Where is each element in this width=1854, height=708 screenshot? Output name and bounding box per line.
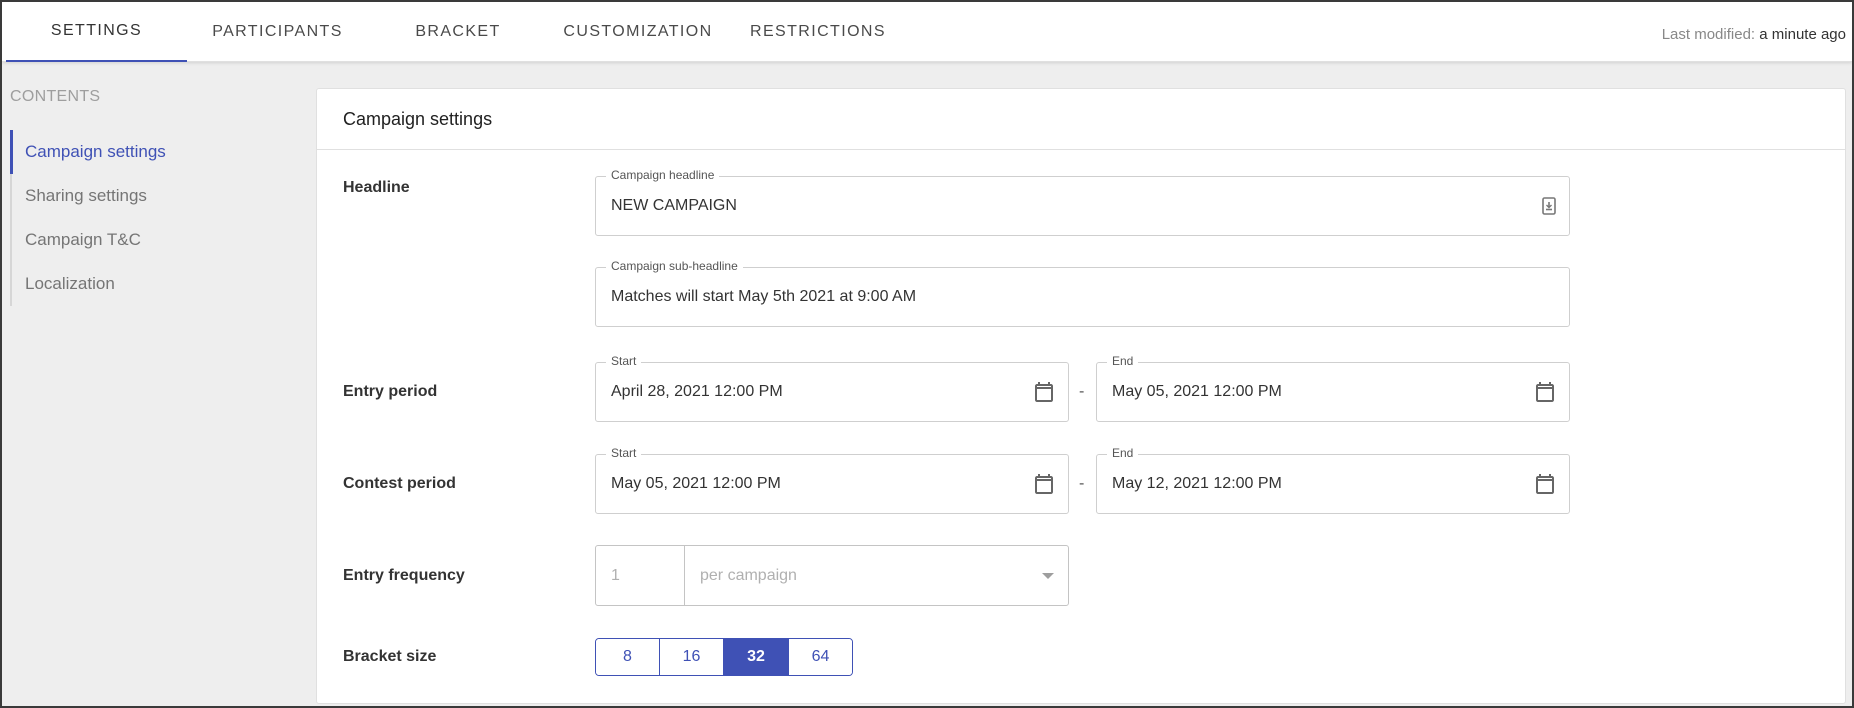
bracket-size-option-64[interactable]: 64 [789, 639, 852, 675]
entry-frequency-period-select[interactable]: per campaign [685, 546, 1068, 605]
contents-list: Campaign settings Sharing settings Campa… [10, 130, 280, 306]
campaign-headline-value: NEW CAMPAIGN [611, 197, 737, 214]
tab-customization[interactable]: CUSTOMIZATION [548, 2, 728, 62]
campaign-subheadline-field[interactable]: Campaign sub-headline Matches will start… [595, 259, 1570, 327]
entry-start-legend: Start [606, 354, 642, 368]
entry-frequency-count-input[interactable]: 1 [596, 546, 685, 605]
calendar-icon[interactable] [1533, 380, 1557, 404]
sidebar-item-campaign-settings[interactable]: Campaign settings [10, 130, 280, 174]
contest-end-legend: End [1107, 446, 1139, 460]
calendar-icon[interactable] [1032, 380, 1056, 404]
contest-period-separator: - [1079, 475, 1085, 492]
bracket-size-label: Bracket size [343, 648, 437, 665]
contest-start-field[interactable]: Start May 05, 2021 12:00 PM [595, 446, 1069, 514]
entry-start-value: April 28, 2021 12:00 PM [611, 383, 783, 400]
tab-settings[interactable]: SETTINGS [6, 2, 187, 62]
entry-end-field[interactable]: End May 05, 2021 12:00 PM [1096, 354, 1570, 422]
bracket-size-option-32[interactable]: 32 [724, 639, 789, 675]
entry-period-label: Entry period [343, 383, 438, 400]
entry-frequency-control: 1 per campaign [595, 545, 1069, 606]
contest-period-label: Contest period [343, 475, 456, 492]
entry-frequency-label: Entry frequency [343, 567, 465, 584]
campaign-headline-legend: Campaign headline [606, 168, 720, 182]
tab-bracket[interactable]: BRACKET [368, 2, 548, 62]
text-snippet-icon[interactable] [1541, 197, 1557, 215]
contest-end-value: May 12, 2021 12:00 PM [1112, 475, 1282, 492]
tab-participants[interactable]: PARTICIPANTS [187, 2, 368, 62]
contents-heading: CONTENTS [10, 88, 101, 105]
app-frame: SETTINGS PARTICIPANTS BRACKET CUSTOMIZAT… [0, 0, 1854, 708]
entry-end-legend: End [1107, 354, 1139, 368]
bracket-size-toggle: 8 16 32 64 [595, 638, 853, 676]
last-modified-label: Last modified: [1661, 26, 1756, 43]
contents-sidebar: CONTENTS Campaign settings Sharing setti… [10, 88, 300, 306]
card-title: Campaign settings [317, 89, 1845, 150]
sidebar-item-sharing-settings[interactable]: Sharing settings [12, 174, 280, 218]
calendar-icon[interactable] [1032, 472, 1056, 496]
top-tab-bar: SETTINGS PARTICIPANTS BRACKET CUSTOMIZAT… [2, 2, 1852, 62]
headline-label: Headline [343, 179, 410, 196]
contest-start-value: May 05, 2021 12:00 PM [611, 475, 781, 492]
campaign-settings-card: Campaign settings Headline Campaign head… [316, 88, 1846, 704]
campaign-subheadline-legend: Campaign sub-headline [606, 259, 743, 273]
entry-start-field[interactable]: Start April 28, 2021 12:00 PM [595, 354, 1069, 422]
bracket-size-option-16[interactable]: 16 [660, 639, 724, 675]
contest-start-legend: Start [606, 446, 642, 460]
chevron-down-icon [1042, 572, 1054, 579]
bracket-size-option-8[interactable]: 8 [596, 639, 660, 675]
entry-frequency-period-value: per campaign [700, 566, 797, 584]
sidebar-item-campaign-tc[interactable]: Campaign T&C [12, 218, 280, 262]
last-modified: Last modified: a minute ago [1662, 26, 1846, 43]
sidebar-item-localization[interactable]: Localization [12, 262, 280, 306]
contest-end-field[interactable]: End May 12, 2021 12:00 PM [1096, 446, 1570, 514]
entry-end-value: May 05, 2021 12:00 PM [1112, 383, 1282, 400]
last-modified-value: a minute ago [1759, 26, 1846, 43]
campaign-subheadline-value: Matches will start May 5th 2021 at 9:00 … [611, 288, 917, 305]
calendar-icon[interactable] [1533, 472, 1557, 496]
campaign-headline-field[interactable]: Campaign headline NEW CAMPAIGN [595, 168, 1570, 236]
tab-restrictions[interactable]: RESTRICTIONS [728, 2, 908, 62]
entry-period-separator: - [1079, 383, 1085, 400]
